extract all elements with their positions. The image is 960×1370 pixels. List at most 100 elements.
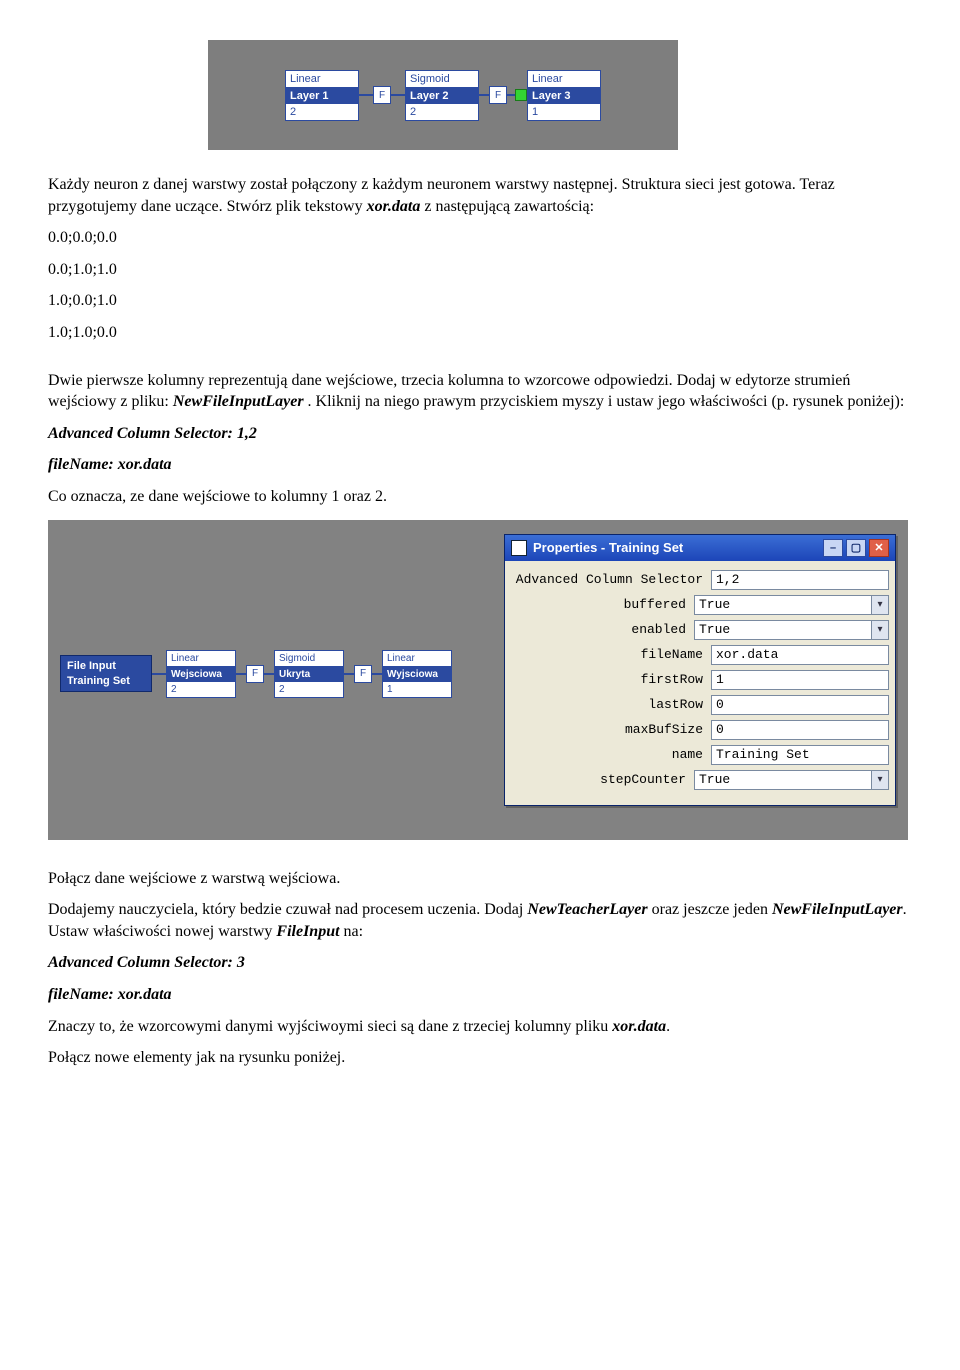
nn-canvas-1: Linear Layer 1 2 F Sigmoid Layer 2 2 F xyxy=(208,40,678,150)
data-line: 0.0;1.0;1.0 xyxy=(48,259,912,281)
text: oraz jeszcze jeden xyxy=(648,901,772,918)
paragraph-2: Dwie pierwsze kolumny reprezentują dane … xyxy=(48,370,912,413)
text: . xyxy=(666,1018,670,1035)
prop-label: stepCounter xyxy=(511,772,694,787)
layer-type: Sigmoid xyxy=(275,651,343,667)
layer-box-wyjsciowa: Linear Wyjsciowa 1 xyxy=(382,650,452,698)
minimize-button[interactable]: – xyxy=(823,539,843,557)
layer-type: Linear xyxy=(383,651,451,667)
text: na: xyxy=(340,923,364,940)
prop-input[interactable] xyxy=(711,570,889,590)
figure-2: File Input Training Set Linear Wejsciowa… xyxy=(48,520,908,840)
data-line: 0.0;0.0;0.0 xyxy=(48,227,912,249)
properties-window: Properties - Training Set – ▢ ✕ Advanced… xyxy=(504,534,896,806)
data-line: 1.0;1.0;0.0 xyxy=(48,322,912,344)
connection xyxy=(152,673,166,675)
synapse-f: F xyxy=(246,665,264,683)
prop-select[interactable]: ▾ xyxy=(694,770,889,790)
box-line1: File Input xyxy=(67,659,145,673)
prop-input[interactable] xyxy=(694,770,871,790)
connection: F xyxy=(479,86,527,104)
layer-name: Wyjsciowa xyxy=(383,667,451,682)
prop-label: name xyxy=(511,747,711,762)
prop-input[interactable] xyxy=(711,645,889,665)
setting-line: Advanced Column Selector: 3 xyxy=(48,952,912,974)
prop-label: fileName xyxy=(511,647,711,662)
prop-row: name xyxy=(511,745,889,765)
window-buttons: – ▢ ✕ xyxy=(823,539,889,557)
maximize-button[interactable]: ▢ xyxy=(846,539,866,557)
setting-line: Advanced Column Selector: 1,2 xyxy=(48,423,912,445)
class-name: NewFileInputLayer xyxy=(173,393,304,410)
prop-row: firstRow xyxy=(511,670,889,690)
synapse-f: F xyxy=(489,86,507,104)
synapse-f: F xyxy=(354,665,372,683)
prop-select[interactable]: ▾ xyxy=(694,595,889,615)
layer-box-3: Linear Layer 3 1 xyxy=(527,70,601,121)
paragraph-4: Połącz dane wejściowe z warstwą wejściow… xyxy=(48,868,912,890)
layer-type: Linear xyxy=(167,651,235,667)
prop-label: buffered xyxy=(511,597,694,612)
paragraph-3: Co oznacza, ze dane wejściowe to kolumny… xyxy=(48,486,912,508)
prop-input[interactable] xyxy=(711,670,889,690)
close-button[interactable]: ✕ xyxy=(869,539,889,557)
prop-row: maxBufSize xyxy=(511,720,889,740)
wire xyxy=(236,673,246,675)
prop-label: lastRow xyxy=(511,697,711,712)
prop-input[interactable] xyxy=(711,745,889,765)
class-name: NewFileInputLayer xyxy=(772,901,903,918)
wire xyxy=(391,94,405,96)
prop-label: maxBufSize xyxy=(511,722,711,737)
prop-label: firstRow xyxy=(511,672,711,687)
props-body: Advanced Column Selectorbuffered▾enabled… xyxy=(505,561,895,805)
paragraph-5: Dodajemy nauczyciela, który bedzie czuwa… xyxy=(48,899,912,942)
prop-label: Advanced Column Selector xyxy=(511,572,711,587)
window-icon xyxy=(511,540,527,556)
prop-input[interactable] xyxy=(711,720,889,740)
prop-input[interactable] xyxy=(694,620,871,640)
text: z następującą zawartością: xyxy=(420,198,594,215)
layer-box-ukryta: Sigmoid Ukryta 2 xyxy=(274,650,344,698)
layer-type: Linear xyxy=(528,71,600,88)
layer-count: 2 xyxy=(275,682,343,697)
class-name: FileInput xyxy=(276,923,339,940)
prop-row: Advanced Column Selector xyxy=(511,570,889,590)
prop-input[interactable] xyxy=(694,595,871,615)
wire xyxy=(264,673,274,675)
chevron-down-icon[interactable]: ▾ xyxy=(871,620,889,640)
window-titlebar[interactable]: Properties - Training Set – ▢ ✕ xyxy=(505,535,895,561)
data-line: 1.0;0.0;1.0 xyxy=(48,290,912,312)
paragraph-7: Połącz nowe elementy jak na rysunku poni… xyxy=(48,1047,912,1069)
chevron-down-icon[interactable]: ▾ xyxy=(871,595,889,615)
connection: F xyxy=(236,665,274,683)
setting-line: fileName: xor.data xyxy=(48,454,912,476)
connection: F xyxy=(359,86,405,104)
layer-count: 2 xyxy=(406,104,478,120)
layer-name: Layer 2 xyxy=(406,88,478,104)
layer-box-1: Linear Layer 1 2 xyxy=(285,70,359,121)
layer-box-wejsciowa: Linear Wejsciowa 2 xyxy=(166,650,236,698)
layer-name: Ukryta xyxy=(275,667,343,682)
prop-row: fileName xyxy=(511,645,889,665)
layer-name: Layer 1 xyxy=(286,88,358,104)
window-title: Properties - Training Set xyxy=(533,540,683,555)
wire xyxy=(479,94,489,96)
text: Znaczy to, że wzorcowymi danymi wyjściwo… xyxy=(48,1018,612,1035)
layer-count: 1 xyxy=(383,682,451,697)
layer-type: Linear xyxy=(286,71,358,88)
prop-row: buffered ▾ xyxy=(511,595,889,615)
box-line2: Training Set xyxy=(67,674,145,688)
synapse-f: F xyxy=(373,86,391,104)
connection: F xyxy=(344,665,382,683)
nn-row-2: File Input Training Set Linear Wejsciowa… xyxy=(60,650,452,698)
chevron-down-icon[interactable]: ▾ xyxy=(871,770,889,790)
prop-input[interactable] xyxy=(711,695,889,715)
wire xyxy=(344,673,354,675)
text: . Kliknij na niego prawym przyciskiem my… xyxy=(304,393,905,410)
file-input-box: File Input Training Set xyxy=(60,655,152,692)
layer-type: Sigmoid xyxy=(406,71,478,88)
prop-select[interactable]: ▾ xyxy=(694,620,889,640)
text: Dodajemy nauczyciela, który bedzie czuwa… xyxy=(48,901,527,918)
wire xyxy=(152,673,166,675)
layer-name: Wejsciowa xyxy=(167,667,235,682)
